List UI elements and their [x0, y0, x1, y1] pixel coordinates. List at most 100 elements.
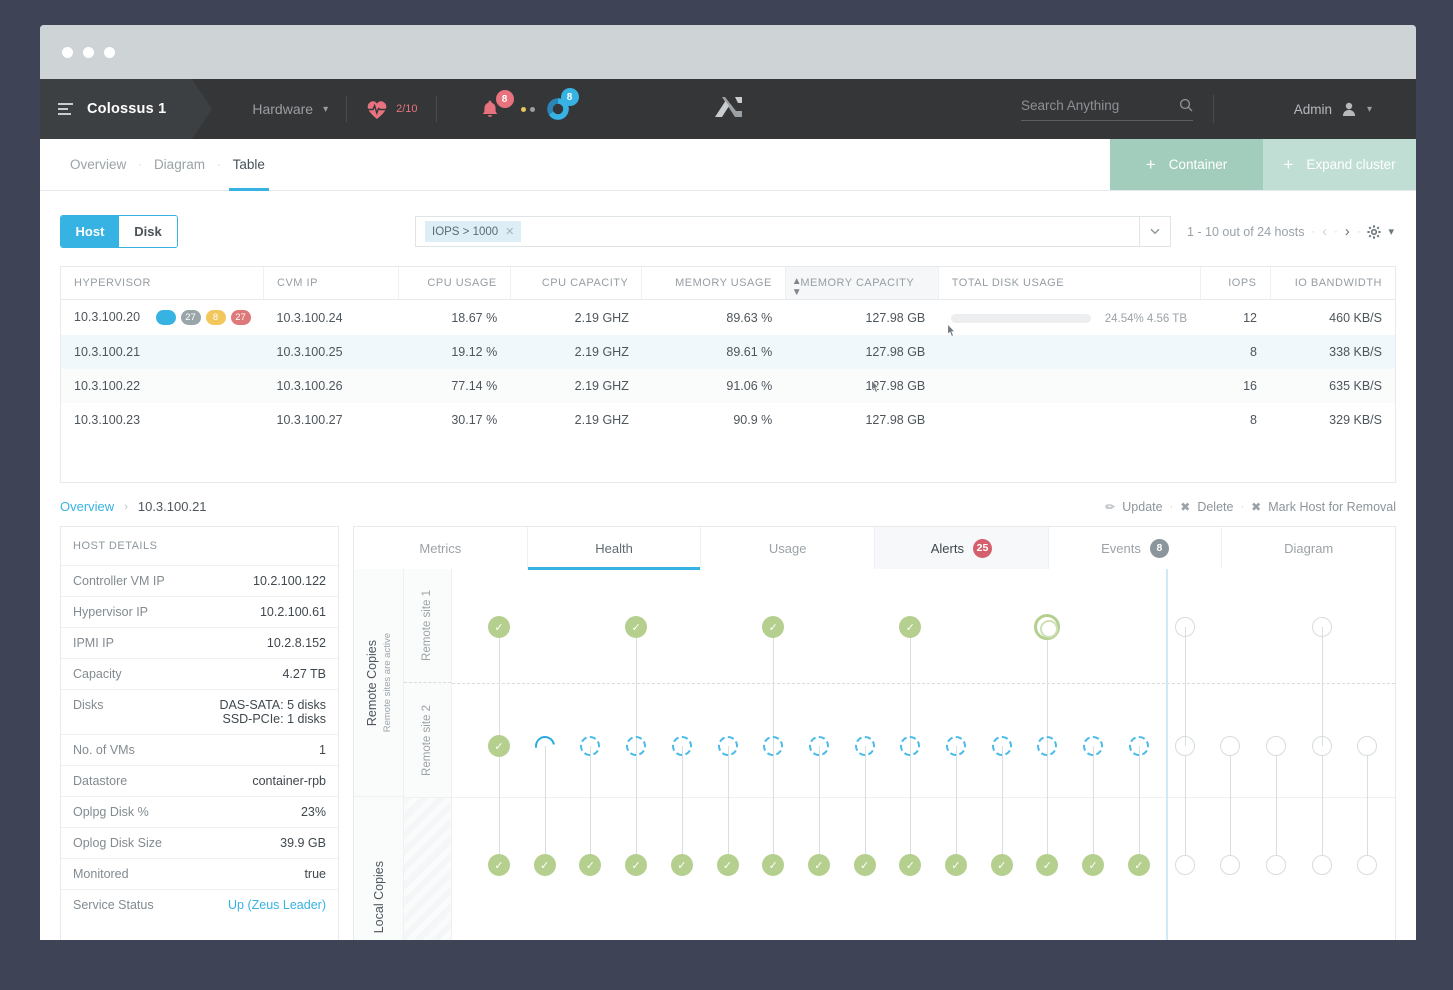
- filter-chip[interactable]: IOPS > 1000 ✕: [425, 221, 521, 242]
- delete-button[interactable]: Delete: [1197, 500, 1233, 514]
- snapshot-node-local-copies-green[interactable]: [579, 854, 601, 876]
- snapshot-node-local-copies-green[interactable]: [808, 854, 830, 876]
- search-input[interactable]: Search Anything: [1021, 98, 1193, 121]
- col-io-bandwidth[interactable]: IO BANDWIDTH: [1270, 267, 1395, 300]
- chevron-down-icon[interactable]: ▾: [323, 104, 328, 115]
- search-icon[interactable]: [1179, 98, 1193, 112]
- filter-input[interactable]: IOPS > 1000 ✕: [415, 216, 1140, 247]
- snapshot-node-remote-site-2-dash[interactable]: [1083, 736, 1103, 756]
- service-status-link[interactable]: Up (Zeus Leader): [228, 898, 326, 912]
- tab-events[interactable]: Events 8: [1049, 527, 1223, 569]
- tab-usage[interactable]: Usage: [701, 527, 875, 569]
- col-iops[interactable]: IOPS: [1200, 267, 1270, 300]
- snapshot-node-local-copies-green[interactable]: [991, 854, 1013, 876]
- close-x-icon-delete[interactable]: ✖: [1180, 500, 1190, 514]
- tab-alerts[interactable]: Alerts 25: [875, 527, 1049, 569]
- alerts-indicator[interactable]: 8: [481, 99, 499, 119]
- table-row[interactable]: 10.3.100.22 10.3.100.26 77.14 % 2.19 GHZ…: [61, 369, 1395, 403]
- close-x-icon-remove[interactable]: ✖: [1251, 500, 1261, 514]
- snapshot-node-remote-site-2-dash[interactable]: [855, 736, 875, 756]
- toggle-disk[interactable]: Disk: [119, 216, 177, 247]
- snapshot-node-remote-site-1-green[interactable]: [625, 616, 647, 638]
- window-dot-close[interactable]: [62, 47, 73, 58]
- snapshot-node-local-copies-green[interactable]: [854, 854, 876, 876]
- snapshot-node-remote-site-2-dash[interactable]: [809, 736, 829, 756]
- gear-icon[interactable]: [1367, 225, 1381, 239]
- snapshot-node-local-copies-green[interactable]: [1082, 854, 1104, 876]
- snapshot-node-local-copies-green[interactable]: [762, 854, 784, 876]
- table-row[interactable]: 10.3.100.21 10.3.100.25 19.12 % 2.19 GHZ…: [61, 335, 1395, 369]
- snapshot-node-remote-site-1-ring[interactable]: [1034, 614, 1060, 640]
- snapshot-node-local-copies-green[interactable]: [625, 854, 647, 876]
- cluster-health-indicator[interactable]: 2/10: [365, 99, 417, 120]
- col-memory-capacity[interactable]: ▲▼ MEMORY CAPACITY: [785, 267, 938, 300]
- snapshot-node-remote-site-2-empty[interactable]: [1220, 736, 1240, 756]
- snapshot-node-remote-site-2-dash[interactable]: [580, 736, 600, 756]
- tab-overview[interactable]: Overview: [58, 139, 138, 191]
- toggle-host[interactable]: Host: [61, 216, 119, 247]
- snapshot-node-remote-site-2-dash[interactable]: [626, 736, 646, 756]
- snapshot-node-local-copies-empty[interactable]: [1312, 855, 1332, 875]
- snapshot-node-local-copies-green[interactable]: [717, 854, 739, 876]
- col-total-disk-usage[interactable]: TOTAL DISK USAGE: [938, 267, 1200, 300]
- filter-dropdown-button[interactable]: [1140, 216, 1171, 247]
- table-row[interactable]: 10.3.100.23 10.3.100.27 30.17 % 2.19 GHZ…: [61, 403, 1395, 437]
- snapshot-node-remote-site-2-dash[interactable]: [1037, 736, 1057, 756]
- mark-host-removal-button[interactable]: Mark Host for Removal: [1268, 500, 1396, 514]
- snapshot-node-remote-site-2-empty[interactable]: [1266, 736, 1286, 756]
- snapshot-node-local-copies-green[interactable]: [899, 854, 921, 876]
- chevron-down-icon-admin[interactable]: ▾: [1367, 104, 1372, 115]
- breadcrumb-overview-link[interactable]: Overview: [60, 499, 114, 514]
- col-cpu-capacity[interactable]: CPU CAPACITY: [510, 267, 642, 300]
- snapshot-node-remote-site-2-dash[interactable]: [946, 736, 966, 756]
- snapshot-node-remote-site-2-dash[interactable]: [718, 736, 738, 756]
- expand-cluster-button[interactable]: + Expand cluster: [1263, 139, 1416, 190]
- sort-updown-icon[interactable]: ▲▼: [792, 276, 802, 298]
- section-label[interactable]: Hardware: [252, 101, 313, 117]
- tab-diagram[interactable]: Diagram: [142, 139, 217, 191]
- snapshot-node-remote-site-2-dash[interactable]: [900, 736, 920, 756]
- snapshot-node-remote-site-2-dash[interactable]: [992, 736, 1012, 756]
- snapshot-node-remote-site-2-dash[interactable]: [672, 736, 692, 756]
- col-memory-usage[interactable]: MEMORY USAGE: [642, 267, 785, 300]
- chevron-down-icon-settings[interactable]: ▾: [1388, 225, 1394, 238]
- table-row[interactable]: 10.3.100.20 27 8 27 10.3.100.24 18.67 % …: [61, 300, 1395, 336]
- snapshot-node-remote-site-2-green[interactable]: [488, 735, 510, 757]
- window-dot-minimize[interactable]: [83, 47, 94, 58]
- snapshot-node-local-copies-green[interactable]: [945, 854, 967, 876]
- snapshot-node-local-copies-empty[interactable]: [1175, 855, 1195, 875]
- snapshot-node-local-copies-empty[interactable]: [1266, 855, 1286, 875]
- snapshot-node-remote-site-2-empty[interactable]: [1357, 736, 1377, 756]
- snapshot-node-local-copies-green[interactable]: [1036, 854, 1058, 876]
- col-hypervisor[interactable]: HYPERVISOR: [61, 267, 264, 300]
- snapshot-node-remote-site-1-green[interactable]: [899, 616, 921, 638]
- snapshot-node-local-copies-green[interactable]: [671, 854, 693, 876]
- cluster-selector[interactable]: Colossus 1: [40, 79, 192, 139]
- admin-menu[interactable]: Admin ▾: [1294, 101, 1372, 117]
- col-cvm-ip[interactable]: CVM IP: [264, 267, 399, 300]
- col-cpu-usage[interactable]: CPU USAGE: [399, 267, 511, 300]
- close-icon[interactable]: ✕: [505, 225, 514, 238]
- tasks-indicator[interactable]: 8: [547, 98, 569, 120]
- snapshot-node-remote-site-1-green[interactable]: [762, 616, 784, 638]
- search-area[interactable]: Search Anything: [1021, 95, 1234, 123]
- window-dot-maximize[interactable]: [104, 47, 115, 58]
- snapshot-node-local-copies-green[interactable]: [1128, 854, 1150, 876]
- snapshot-node-remote-site-1-green[interactable]: [488, 616, 510, 638]
- tab-table[interactable]: Table: [221, 139, 277, 191]
- tab-health[interactable]: Health: [528, 527, 702, 569]
- tab-metrics[interactable]: Metrics: [354, 527, 528, 569]
- snapshot-node-remote-site-2-dash[interactable]: [1129, 736, 1149, 756]
- snapshot-node-local-copies-green[interactable]: [488, 854, 510, 876]
- next-page-button[interactable]: ›: [1345, 223, 1350, 240]
- snapshot-node-local-copies-empty[interactable]: [1357, 855, 1377, 875]
- snapshot-node-local-copies-empty[interactable]: [1220, 855, 1240, 875]
- add-container-button[interactable]: + Container: [1110, 139, 1263, 190]
- snapshot-node-local-copies-green[interactable]: [534, 854, 556, 876]
- update-button[interactable]: Update: [1122, 500, 1162, 514]
- timeline-plot[interactable]: Nov 1000:3001:0001:3002:0002:3003:0003:3…: [452, 569, 1395, 940]
- pencil-icon[interactable]: ✏: [1105, 500, 1115, 514]
- snapshot-node-remote-site-2-dash[interactable]: [763, 736, 783, 756]
- tab-diagram-detail[interactable]: Diagram: [1222, 527, 1395, 569]
- prev-page-button[interactable]: ‹: [1322, 223, 1327, 240]
